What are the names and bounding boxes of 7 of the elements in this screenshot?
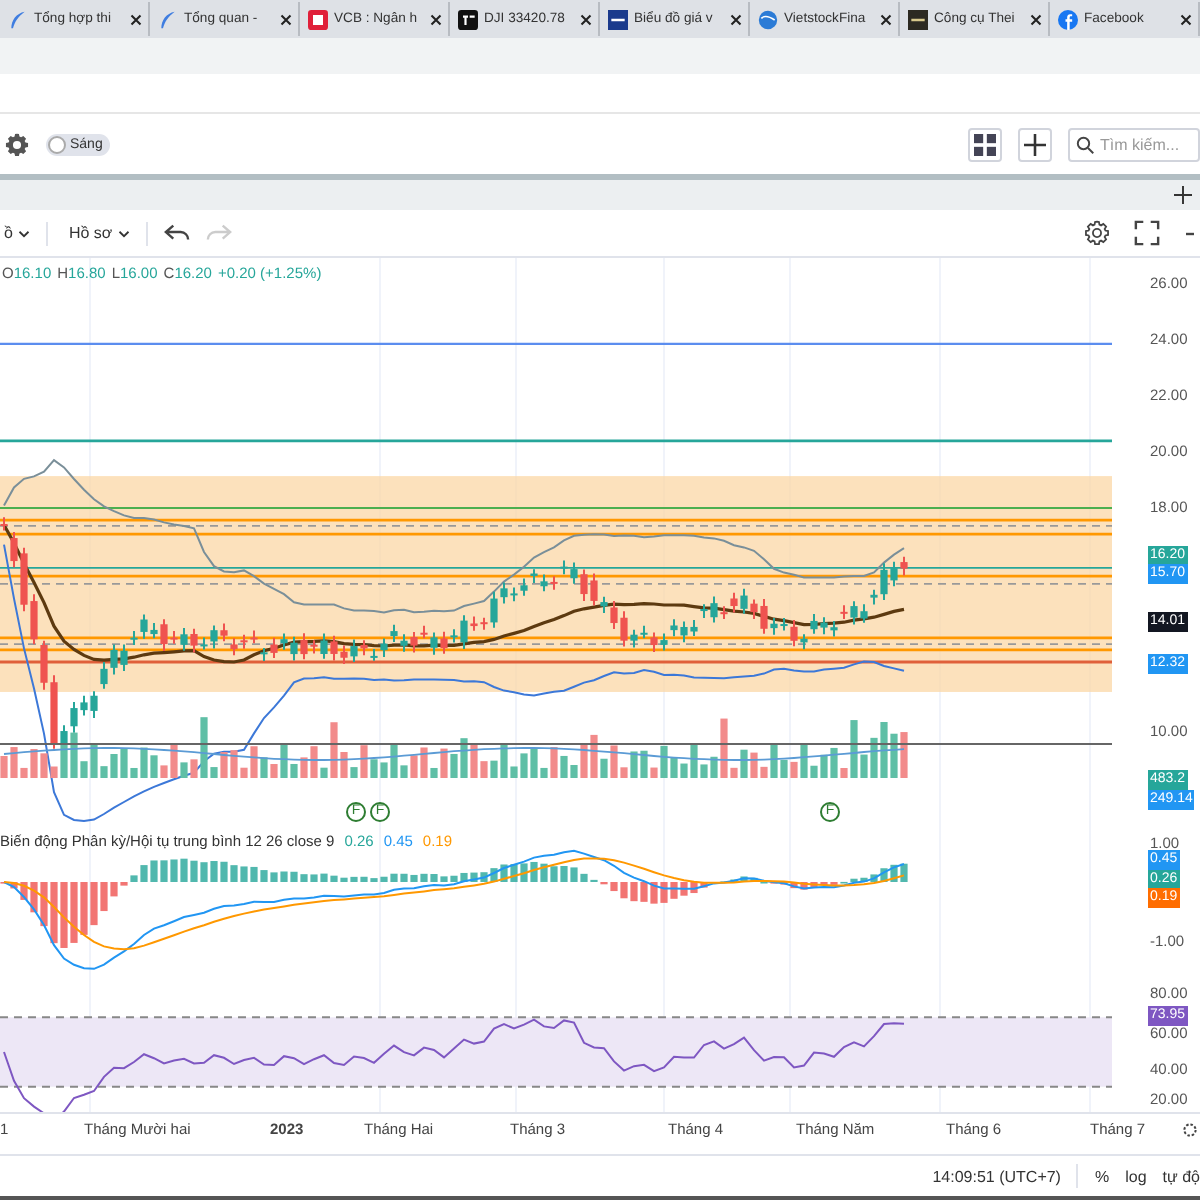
scale-button[interactable]: tự độ: [1162, 1167, 1200, 1185]
dropdown-menu[interactable]: ồ: [0, 224, 31, 242]
scale-button[interactable]: %: [1094, 1167, 1110, 1185]
search-field[interactable]: Tìm kiếm...: [1068, 127, 1200, 161]
scale-button[interactable]: log: [1125, 1167, 1147, 1185]
clock-time: 14:09:51 (UTC+7): [932, 1167, 1061, 1185]
dropdown-menu[interactable]: Hồ sơ: [64, 224, 131, 242]
